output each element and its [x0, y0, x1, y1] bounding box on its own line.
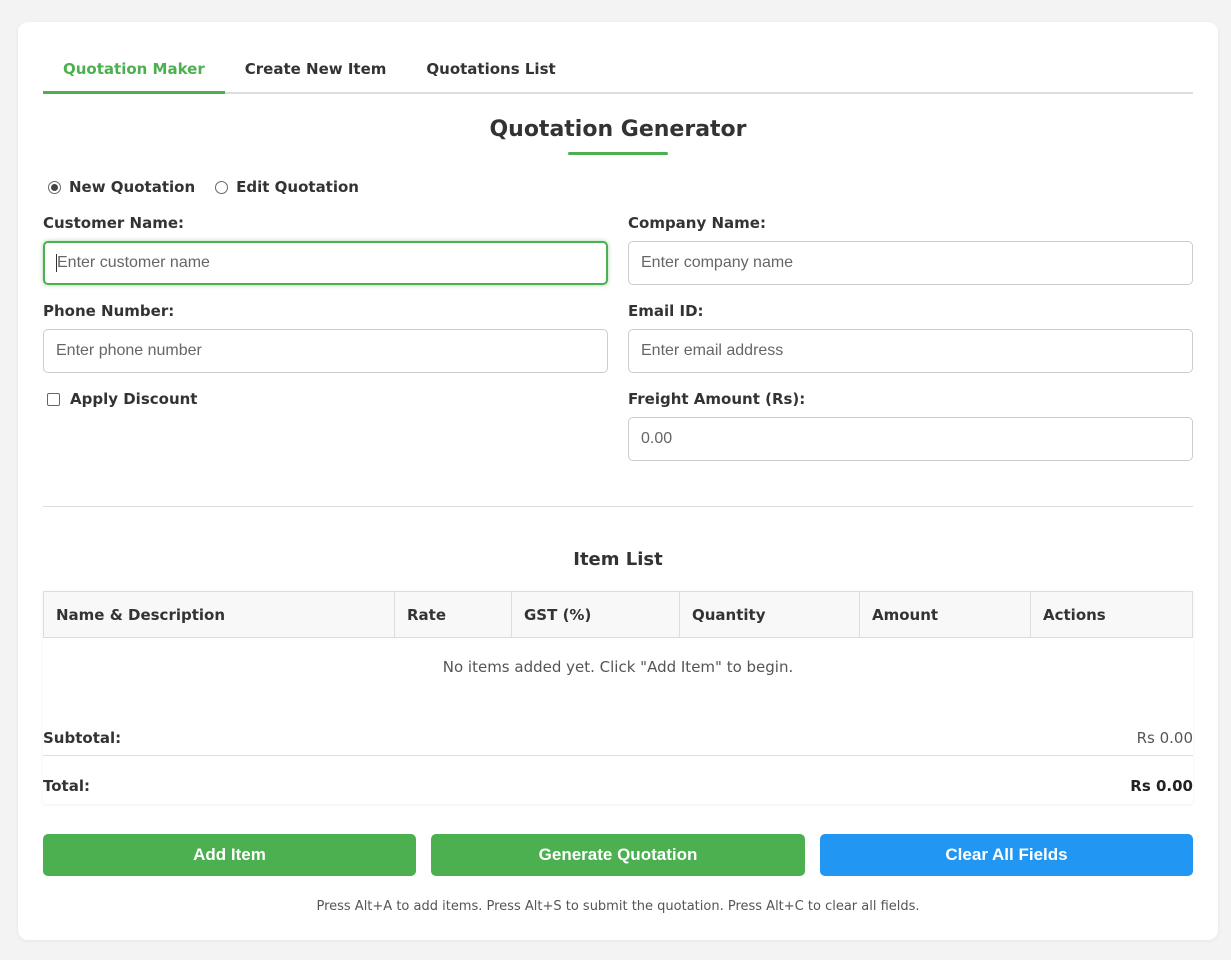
freight-amount-input[interactable]	[628, 417, 1193, 461]
mode-selector: New Quotation Edit Quotation	[48, 178, 359, 196]
edit-quotation-option[interactable]: Edit Quotation	[215, 178, 359, 196]
title-underline	[568, 152, 668, 155]
column-gst: GST (%)	[512, 592, 680, 637]
section-divider	[43, 506, 1193, 507]
add-item-button[interactable]: Add Item	[43, 834, 416, 876]
total-row: Total: Rs 0.00	[43, 777, 1193, 795]
summary-divider	[43, 755, 1193, 756]
item-table: Name & Description Rate GST (%) Quantity…	[43, 591, 1193, 804]
column-quantity: Quantity	[680, 592, 860, 637]
tab-create-new-item[interactable]: Create New Item	[225, 50, 407, 94]
company-name-label: Company Name:	[628, 214, 766, 232]
apply-discount-option[interactable]: Apply Discount	[47, 390, 197, 408]
customer-name-input[interactable]	[43, 241, 608, 285]
customer-name-label: Customer Name:	[43, 214, 184, 232]
phone-number-input[interactable]	[43, 329, 608, 373]
tab-quotation-maker[interactable]: Quotation Maker	[43, 50, 225, 94]
page-title: Quotation Generator	[489, 117, 747, 142]
quotation-card: Quotation Maker Create New Item Quotatio…	[18, 22, 1218, 940]
total-label: Total:	[43, 777, 90, 795]
text-cursor	[56, 254, 57, 272]
email-input[interactable]	[628, 329, 1193, 373]
column-rate: Rate	[395, 592, 512, 637]
subtotal-row: Subtotal: Rs 0.00	[43, 729, 1193, 747]
table-header: Name & Description Rate GST (%) Quantity…	[43, 591, 1193, 638]
clear-all-fields-button[interactable]: Clear All Fields	[820, 834, 1193, 876]
apply-discount-label: Apply Discount	[70, 390, 198, 408]
item-list-title: Item List	[573, 549, 663, 570]
new-quotation-label: New Quotation	[69, 178, 196, 196]
phone-number-label: Phone Number:	[43, 302, 175, 320]
freight-amount-label: Freight Amount (Rs):	[628, 390, 806, 408]
tab-quotations-list[interactable]: Quotations List	[406, 50, 575, 94]
tab-bar: Quotation Maker Create New Item Quotatio…	[43, 50, 1193, 94]
subtotal-label: Subtotal:	[43, 729, 122, 747]
column-actions: Actions	[1043, 606, 1106, 624]
edit-quotation-label: Edit Quotation	[236, 178, 359, 196]
new-quotation-radio[interactable]	[48, 180, 61, 194]
column-name-description: Name & Description	[44, 592, 395, 637]
subtotal-value: Rs 0.00	[1136, 729, 1193, 747]
total-value: Rs 0.00	[1130, 777, 1193, 795]
column-amount: Amount	[860, 592, 1031, 637]
edit-quotation-radio[interactable]	[215, 180, 229, 194]
company-name-input[interactable]	[628, 241, 1193, 285]
email-label: Email ID:	[628, 302, 704, 320]
new-quotation-option[interactable]: New Quotation	[48, 178, 195, 196]
generate-quotation-button[interactable]: Generate Quotation	[431, 834, 805, 876]
keyboard-shortcuts-hint: Press Alt+A to add items. Press Alt+S to…	[316, 899, 920, 914]
apply-discount-checkbox[interactable]	[47, 392, 60, 406]
empty-table-message: No items added yet. Click "Add Item" to …	[442, 658, 794, 676]
